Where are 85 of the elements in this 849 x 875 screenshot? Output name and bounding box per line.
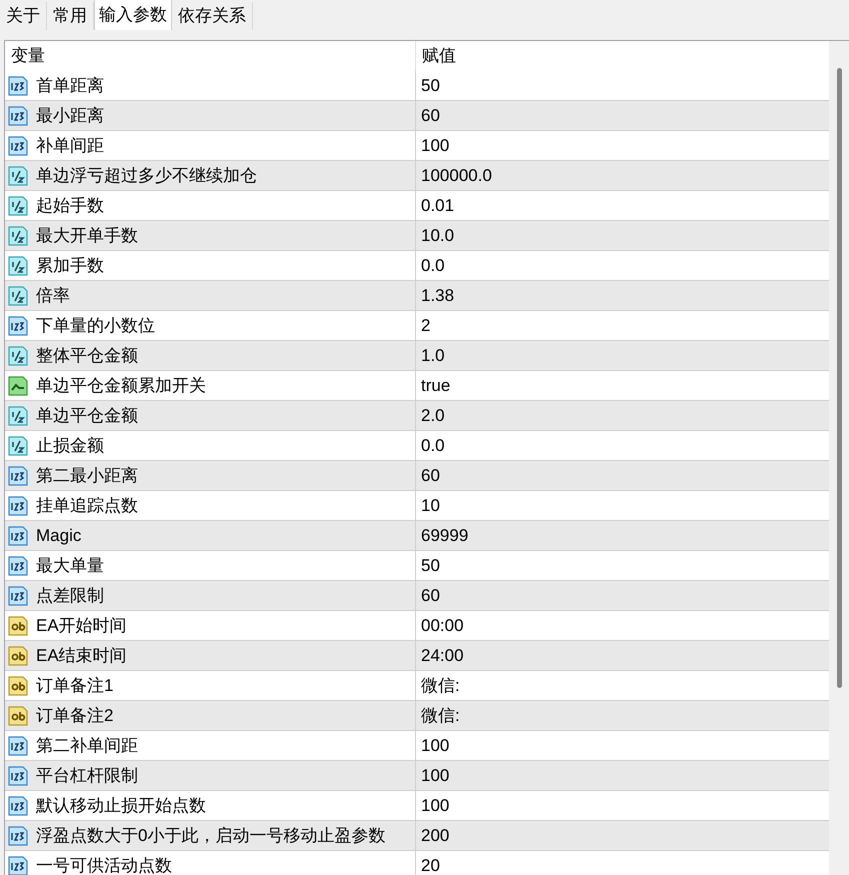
tab[interactable]: 输入参数 <box>94 0 172 30</box>
fraction-type-icon <box>7 164 29 186</box>
fraction-type-icon <box>7 344 29 366</box>
parameter-value[interactable]: 微信: <box>421 672 460 698</box>
parameter-name: 最小距离 <box>36 104 104 127</box>
integer-type-icon <box>7 764 29 786</box>
parameter-name: 首单距离 <box>36 74 104 97</box>
fraction-type-icon <box>7 404 29 426</box>
integer-type-icon <box>7 314 29 336</box>
parameter-value[interactable]: 10 <box>421 492 440 518</box>
parameter-name: 单边浮亏超过多少不继续加仓 <box>36 164 257 187</box>
parameter-value[interactable]: true <box>421 372 450 398</box>
text-type-icon <box>7 614 29 636</box>
integer-type-icon <box>7 734 29 756</box>
parameter-value[interactable]: 微信: <box>421 702 460 728</box>
parameter-value[interactable]: 20 <box>421 852 440 875</box>
parameter-name: 最大开单手数 <box>36 224 138 247</box>
parameter-value[interactable]: 60 <box>421 462 440 488</box>
parameter-value[interactable]: 50 <box>421 552 440 578</box>
fraction-type-icon <box>7 434 29 456</box>
parameter-name: 累加手数 <box>36 254 104 277</box>
parameter-value[interactable]: 100 <box>421 732 450 758</box>
parameter-name: Magic <box>36 524 82 547</box>
parameter-value[interactable]: 24:00 <box>421 642 464 668</box>
parameter-name: 订单备注1 <box>36 674 114 697</box>
parameter-name: 平台杠杆限制 <box>36 764 138 787</box>
parameter-name: EA结束时间 <box>36 644 127 667</box>
parameter-name: 止损金额 <box>36 434 104 457</box>
parameter-value[interactable]: 100 <box>421 792 450 818</box>
parameter-name: 倍率 <box>36 284 70 307</box>
parameter-value[interactable]: 200 <box>421 822 450 848</box>
parameter-name: 整体平仓金额 <box>36 344 138 367</box>
parameter-name: EA开始时间 <box>36 614 127 637</box>
parameter-name: 订单备注2 <box>36 704 114 727</box>
integer-type-icon <box>7 854 29 875</box>
text-type-icon <box>7 644 29 666</box>
parameter-value[interactable]: 1.0 <box>421 342 445 368</box>
parameter-name: 第二最小距离 <box>36 464 138 487</box>
integer-type-icon <box>7 494 29 516</box>
integer-type-icon <box>7 524 29 546</box>
fraction-type-icon <box>7 284 29 306</box>
scrollbar-thumb[interactable] <box>836 68 842 688</box>
parameter-value[interactable]: 2 <box>421 312 430 338</box>
parameter-value[interactable]: 60 <box>421 102 440 128</box>
parameter-name: 单边平仓金额累加开关 <box>36 374 206 397</box>
parameter-name: 默认移动止损开始点数 <box>36 794 206 817</box>
parameter-value[interactable]: 0.01 <box>421 192 454 218</box>
fraction-type-icon <box>7 254 29 276</box>
parameter-name: 点差限制 <box>36 584 104 607</box>
parameter-value[interactable]: 50 <box>421 72 440 98</box>
integer-type-icon <box>7 464 29 486</box>
integer-type-icon <box>7 824 29 846</box>
fraction-type-icon <box>7 194 29 216</box>
text-type-icon <box>7 674 29 696</box>
parameter-value[interactable]: 100 <box>421 762 450 788</box>
parameter-name: 第二补单间距 <box>36 734 138 757</box>
parameter-value[interactable]: 100000.0 <box>421 162 492 188</box>
fraction-type-icon <box>7 224 29 246</box>
parameter-value[interactable]: 2.0 <box>421 402 445 428</box>
parameter-value[interactable]: 00:00 <box>421 612 464 638</box>
parameter-value[interactable]: 100 <box>421 132 450 158</box>
column-header[interactable]: 赋值 <box>416 41 829 71</box>
parameter-name: 下单量的小数位 <box>36 314 155 337</box>
integer-type-icon <box>7 134 29 156</box>
parameter-value[interactable]: 1.38 <box>421 282 454 308</box>
parameter-name: 浮盈点数大于0小于此，启动一号移动止盈参数 <box>36 824 386 847</box>
parameter-value[interactable]: 69999 <box>421 522 468 548</box>
parameter-value[interactable]: 10.0 <box>421 222 454 248</box>
parameter-value[interactable]: 0.0 <box>421 432 445 458</box>
integer-type-icon <box>7 584 29 606</box>
parameter-name: 单边平仓金额 <box>36 404 138 427</box>
parameter-value[interactable]: 60 <box>421 582 440 608</box>
parameter-name: 一号可供活动点数 <box>36 854 172 875</box>
integer-type-icon <box>7 554 29 576</box>
parameter-name: 起始手数 <box>36 194 104 217</box>
parameter-name: 挂单追踪点数 <box>36 494 138 517</box>
integer-type-icon <box>7 74 29 96</box>
text-type-icon <box>7 704 29 726</box>
parameter-name: 最大单量 <box>36 554 104 577</box>
parameter-name: 补单间距 <box>36 134 104 157</box>
integer-type-icon <box>7 794 29 816</box>
parameter-value[interactable]: 0.0 <box>421 252 445 278</box>
scrollbar[interactable] <box>829 41 849 875</box>
integer-type-icon <box>7 104 29 126</box>
toggle-type-icon <box>7 374 29 396</box>
